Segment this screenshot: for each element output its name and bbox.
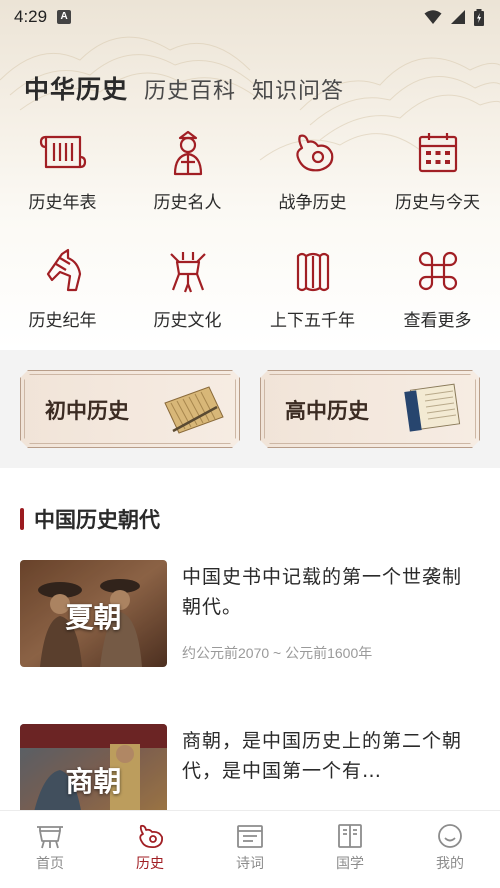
bronze-vessel-icon (169, 252, 206, 293)
grid-item-label: 历史名人 (153, 193, 222, 213)
grid-item-culture[interactable]: 历史文化 (125, 246, 250, 346)
grid-item-history-today[interactable]: 历史与今天 (375, 128, 500, 228)
status-indicators (424, 8, 484, 26)
card-senior-history[interactable]: 高中历史 (260, 370, 480, 448)
section-title-text: 中国历史朝代 (34, 507, 160, 532)
tab-chinese-history[interactable]: 中华历史 (24, 70, 128, 106)
home-tripod-icon (37, 826, 63, 849)
card-label: 初中历史 (45, 398, 129, 423)
notification-icon: A (57, 10, 72, 24)
dynasty-description: 中国史书中记载的第一个世袭制朝代。 (182, 566, 463, 618)
dynasty-image-label: 商朝 (65, 765, 122, 798)
classics-icon (338, 824, 362, 848)
grid-item-label: 历史年表 (28, 193, 97, 213)
grid-item-five-thousand-years[interactable]: 上下五千年 (250, 246, 375, 346)
scholar-icon (173, 130, 202, 176)
grid-item-famous-people[interactable]: 历史名人 (125, 128, 250, 228)
nav-label: 国学 (336, 856, 364, 872)
history-icon (139, 824, 164, 849)
card-label: 高中历史 (285, 398, 369, 423)
bamboo-book-icon (296, 252, 329, 292)
section-title: 中国历史朝代 (20, 504, 160, 534)
nav-label: 诗词 (236, 856, 264, 872)
horse-icon (46, 248, 81, 292)
grid-item-label: 历史纪年 (28, 311, 97, 331)
card-junior-history[interactable]: 初中历史 (20, 370, 240, 448)
grid-item-label: 查看更多 (403, 311, 472, 331)
profile-icon (438, 824, 462, 848)
nav-label: 我的 (436, 856, 464, 872)
dynasty-image-label: 夏朝 (65, 601, 122, 634)
dynasty-description: 商朝，是中国历史上的第二个朝代，是中国第一个有… (182, 730, 463, 782)
grid-item-label: 战争历史 (278, 193, 347, 213)
book-scroll-art (399, 381, 469, 439)
section-accent-bar (20, 508, 24, 530)
poetry-icon (237, 825, 263, 848)
nav-home[interactable]: 首页 (0, 811, 100, 888)
grid-item-label: 上下五千年 (270, 311, 355, 331)
scroll-icon (39, 135, 86, 169)
signal-icon (451, 10, 465, 24)
nav-profile[interactable]: 我的 (400, 811, 500, 888)
status-bar: 4:29 A (0, 0, 500, 34)
calendar-icon (418, 133, 457, 173)
dynasty-image: 夏朝 (20, 560, 167, 667)
grid-item-war-history[interactable]: 战争历史 (250, 128, 375, 228)
tab-knowledge-quiz[interactable]: 知识问答 (252, 73, 344, 105)
nav-label: 首页 (36, 856, 64, 872)
tab-history-encyclopedia[interactable]: 历史百科 (144, 73, 236, 105)
grid-item-label: 历史文化 (153, 311, 222, 331)
wifi-icon (424, 10, 442, 24)
feature-grid: 历史年表 历史名人 战争历史 历史与今天 历史纪年 历史文化 上下五千年 查看更… (0, 128, 500, 350)
nav-history[interactable]: 历史 (100, 811, 200, 888)
nav-label: 历史 (136, 856, 164, 872)
header-tabs: 中华历史 历史百科 知识问答 (24, 70, 344, 106)
nav-poetry[interactable]: 诗词 (200, 811, 300, 888)
dynasty-item-xia[interactable]: 夏朝 中国史书中记载的第一个世袭制朝代。 约公元前2070 ~ 公元前1600年 (20, 560, 480, 668)
grid-item-label: 历史与今天 (395, 193, 480, 213)
dynasty-period: 约公元前2070 ~ 公元前1600年 (182, 645, 373, 661)
more-icon (418, 251, 457, 291)
grid-item-timeline[interactable]: 历史年表 (0, 128, 125, 228)
nav-classics[interactable]: 国学 (300, 811, 400, 888)
bamboo-scroll-art (159, 381, 229, 439)
grid-item-more[interactable]: 查看更多 (375, 246, 500, 346)
battery-icon (474, 8, 484, 26)
bottom-navigation: 首页 历史 诗词 国学 我的 (0, 810, 500, 888)
grid-item-chronology[interactable]: 历史纪年 (0, 246, 125, 346)
status-time: 4:29 (14, 7, 48, 26)
war-icon (295, 134, 333, 172)
